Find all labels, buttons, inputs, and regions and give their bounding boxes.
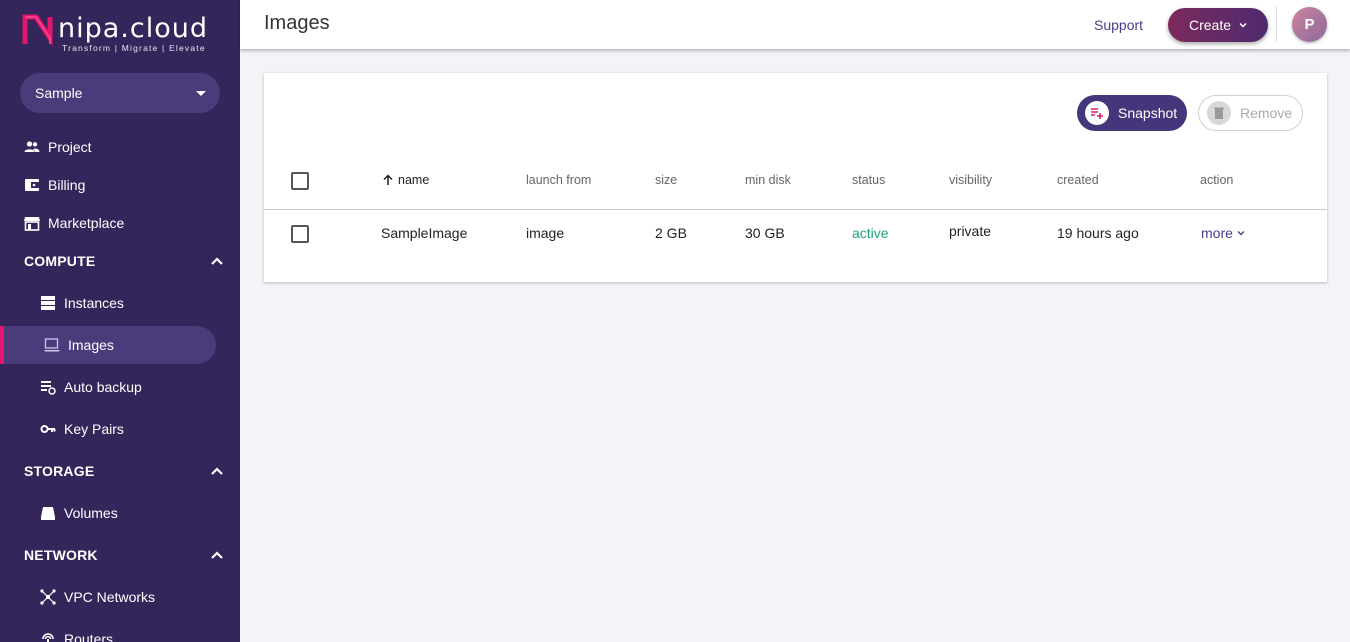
column-header-size[interactable]: size [655, 173, 677, 187]
snapshot-button[interactable]: Snapshot [1077, 95, 1187, 131]
cell-name[interactable]: SampleImage [381, 225, 467, 241]
column-header-action: action [1200, 173, 1234, 187]
chevron-down-icon [1239, 22, 1247, 28]
key-icon [40, 421, 56, 437]
sidebar-item-instances[interactable]: Instances [40, 284, 124, 322]
remove-button[interactable]: Remove [1198, 95, 1303, 131]
sidebar-item-label: VPC Networks [64, 589, 156, 605]
section-storage[interactable]: STORAGE [24, 456, 224, 486]
cell-created: 19 hours ago [1057, 225, 1139, 241]
store-icon [24, 215, 40, 231]
trash-icon [1207, 101, 1231, 125]
sidebar-item-label: Project [48, 139, 92, 155]
chevron-up-icon [211, 257, 223, 265]
logo-n-mark [22, 14, 53, 46]
sidebar-item-routers[interactable]: Routers [40, 620, 113, 642]
column-header-label: name [398, 173, 430, 187]
column-header-min-disk[interactable]: min disk [745, 173, 791, 187]
nipa-cloud-logo[interactable]: nipa.cloud Transform | Migrate | Elevate [22, 14, 222, 56]
sidebar: nipa.cloud Transform | Migrate | Elevate… [0, 0, 240, 642]
sidebar-item-label: Instances [64, 295, 124, 311]
sidebar-item-auto-backup[interactable]: Auto backup [40, 368, 142, 406]
select-all-checkbox[interactable] [291, 172, 309, 190]
section-title: NETWORK [24, 547, 98, 563]
more-actions-label: more [1201, 225, 1233, 241]
cell-status: active [852, 225, 889, 241]
brand-name: nipa.cloud [58, 13, 208, 44]
user-avatar[interactable]: P [1292, 7, 1327, 42]
network-icon [40, 589, 56, 605]
arrow-up-icon [383, 174, 393, 185]
section-title: STORAGE [24, 463, 95, 479]
cell-launch-from: image [526, 225, 565, 241]
cell-visibility: private [949, 223, 992, 239]
sidebar-item-key-pairs[interactable]: Key Pairs [40, 410, 124, 448]
chevron-down-icon [1237, 231, 1245, 236]
sidebar-item-label: Volumes [64, 505, 118, 521]
disk-icon [40, 505, 56, 521]
chevron-up-icon [211, 467, 223, 475]
sidebar-item-billing[interactable]: Billing [24, 166, 85, 204]
wallet-icon [24, 177, 40, 193]
sidebar-item-label: Auto backup [64, 379, 142, 395]
backup-icon [40, 379, 56, 395]
sidebar-item-volumes[interactable]: Volumes [40, 494, 118, 532]
server-icon [40, 295, 56, 311]
section-network[interactable]: NETWORK [24, 540, 224, 570]
support-link[interactable]: Support [1094, 17, 1143, 33]
snapshot-button-label: Snapshot [1118, 105, 1178, 121]
header-divider [1276, 6, 1277, 42]
chevron-up-icon [211, 551, 223, 559]
router-icon [40, 631, 56, 642]
top-header: Images Support Create P [240, 0, 1350, 49]
sidebar-item-label: Routers [64, 631, 114, 642]
section-title: COMPUTE [24, 253, 96, 269]
sidebar-item-images[interactable]: Images [0, 326, 216, 364]
column-header-name[interactable]: name [382, 173, 429, 187]
column-header-created[interactable]: created [1057, 173, 1099, 187]
column-header-status[interactable]: status [852, 173, 885, 187]
cell-min-disk: 30 GB [745, 225, 785, 241]
playlist-add-icon [1085, 101, 1109, 125]
page-title: Images [264, 12, 330, 34]
brand-tagline: Transform | Migrate | Elevate [62, 43, 206, 53]
project-selector[interactable]: Sample [20, 73, 220, 113]
remove-button-label: Remove [1240, 105, 1293, 121]
images-card: Snapshot Remove name launch from size mi… [264, 73, 1327, 282]
project-selector-value: Sample [35, 85, 83, 101]
create-button[interactable]: Create [1168, 8, 1268, 42]
sidebar-item-marketplace[interactable]: Marketplace [24, 204, 124, 242]
section-compute[interactable]: COMPUTE [24, 246, 224, 276]
people-icon [24, 139, 40, 155]
sidebar-item-vpc-networks[interactable]: VPC Networks [40, 578, 155, 616]
cell-size: 2 GB [655, 225, 687, 241]
table-divider [264, 209, 1327, 210]
column-header-launch-from[interactable]: launch from [526, 173, 591, 187]
monitor-icon [44, 337, 60, 353]
caret-down-icon [196, 91, 206, 96]
sidebar-item-label: Marketplace [48, 215, 125, 231]
create-button-label: Create [1188, 17, 1232, 33]
sidebar-item-label: Billing [48, 177, 86, 193]
row-checkbox[interactable] [291, 225, 309, 243]
more-actions-link[interactable]: more [1201, 225, 1245, 241]
sidebar-item-label: Key Pairs [64, 421, 124, 437]
sidebar-item-label: Images [68, 337, 114, 353]
sidebar-item-project[interactable]: Project [24, 128, 92, 166]
column-header-visibility[interactable]: visibility [949, 173, 992, 187]
